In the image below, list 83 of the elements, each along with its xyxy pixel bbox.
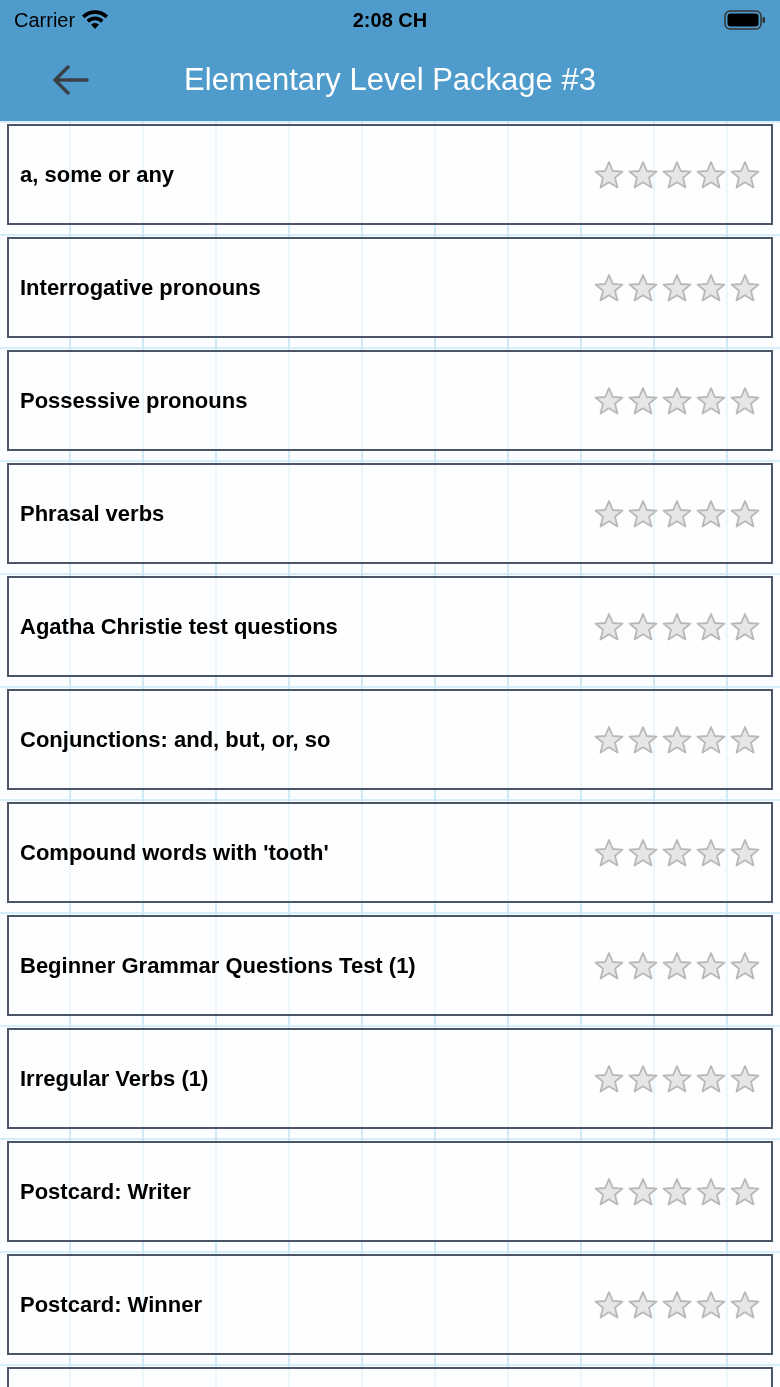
star-icon <box>593 272 625 303</box>
lesson-title: Irregular Verbs (1) <box>20 1065 209 1093</box>
star-icon <box>627 1289 659 1320</box>
lesson-row[interactable]: Interrogative pronouns <box>7 237 773 338</box>
star-icon <box>729 385 761 416</box>
star-icon <box>593 950 625 981</box>
back-arrow-icon <box>50 64 90 96</box>
star-icon <box>593 1063 625 1094</box>
star-icon <box>695 724 727 755</box>
lesson-title: Agatha Christie test questions <box>20 613 338 641</box>
star-icon <box>729 498 761 529</box>
star-icon <box>695 1063 727 1094</box>
star-icon <box>627 950 659 981</box>
star-icon <box>593 724 625 755</box>
star-icon <box>661 837 693 868</box>
lesson-row[interactable]: Conjunctions: and, but, or, so <box>7 689 773 790</box>
lesson-title: Possessive pronouns <box>20 387 248 415</box>
header-title: Elementary Level Package #3 <box>184 61 596 100</box>
star-icon <box>729 1063 761 1094</box>
star-icon <box>627 724 659 755</box>
star-icon <box>593 837 625 868</box>
status-time: 2:08 CH <box>352 8 428 33</box>
star-icon <box>661 272 693 303</box>
star-icon <box>627 611 659 642</box>
lesson-title: Phrasal verbs <box>20 500 165 528</box>
star-icon <box>729 611 761 642</box>
carrier-label: Carrier <box>14 8 76 33</box>
star-icon <box>695 1176 727 1207</box>
lesson-row[interactable]: Compound words with 'tooth' <box>7 802 773 903</box>
star-icon <box>661 385 693 416</box>
lesson-row[interactable]: a, some or any <box>7 124 773 225</box>
star-icon <box>695 385 727 416</box>
star-icon <box>729 272 761 303</box>
star-icon <box>593 498 625 529</box>
star-icon <box>593 159 625 190</box>
star-icon <box>661 1289 693 1320</box>
lesson-row[interactable]: Postcard: Winner <box>7 1254 773 1355</box>
star-icon <box>661 498 693 529</box>
star-icon <box>661 611 693 642</box>
star-icon <box>627 1176 659 1207</box>
star-icon <box>695 611 727 642</box>
lesson-title: Interrogative pronouns <box>20 274 261 302</box>
star-icon <box>729 724 761 755</box>
star-icon <box>627 837 659 868</box>
star-icon <box>729 1289 761 1320</box>
star-icon <box>695 272 727 303</box>
star-icon <box>593 1289 625 1320</box>
star-icon <box>729 837 761 868</box>
star-icon <box>627 159 659 190</box>
lesson-title: Compound words with 'tooth' <box>20 839 329 867</box>
star-icon <box>627 385 659 416</box>
star-icon <box>627 498 659 529</box>
star-icon <box>593 611 625 642</box>
lesson-row[interactable]: Possessive pronouns <box>7 350 773 451</box>
lesson-row[interactable]: Phrasal verbs <box>7 463 773 564</box>
lesson-row[interactable]: Beginner Grammar Questions Test (1) <box>7 915 773 1016</box>
star-icon <box>627 272 659 303</box>
lesson-title: Beginner Grammar Questions Test (1) <box>20 952 416 980</box>
star-icon <box>593 1176 625 1207</box>
star-icon <box>661 950 693 981</box>
star-icon <box>695 837 727 868</box>
lesson-title: Conjunctions: and, but, or, so <box>20 726 331 754</box>
lesson-title: a, some or any <box>20 161 175 189</box>
star-icon <box>695 1289 727 1320</box>
star-icon <box>627 1063 659 1094</box>
star-icon <box>729 159 761 190</box>
star-icon <box>661 724 693 755</box>
star-icon <box>729 1176 761 1207</box>
wifi-icon <box>81 10 110 30</box>
star-icon <box>661 1063 693 1094</box>
star-icon <box>593 385 625 416</box>
star-icon <box>695 498 727 529</box>
lesson-title: Postcard: Winner <box>20 1291 202 1319</box>
star-icon <box>661 159 693 190</box>
lesson-title: Postcard: Writer <box>20 1178 191 1206</box>
lesson-row[interactable]: Agatha Christie test questions <box>7 576 773 677</box>
star-icon <box>695 950 727 981</box>
lesson-row[interactable]: Irregular Verbs (1) <box>7 1028 773 1129</box>
star-icon <box>729 950 761 981</box>
star-icon <box>661 1176 693 1207</box>
battery-icon <box>724 10 766 30</box>
lesson-row[interactable]: Postcard: Writer <box>7 1141 773 1242</box>
star-icon <box>695 159 727 190</box>
